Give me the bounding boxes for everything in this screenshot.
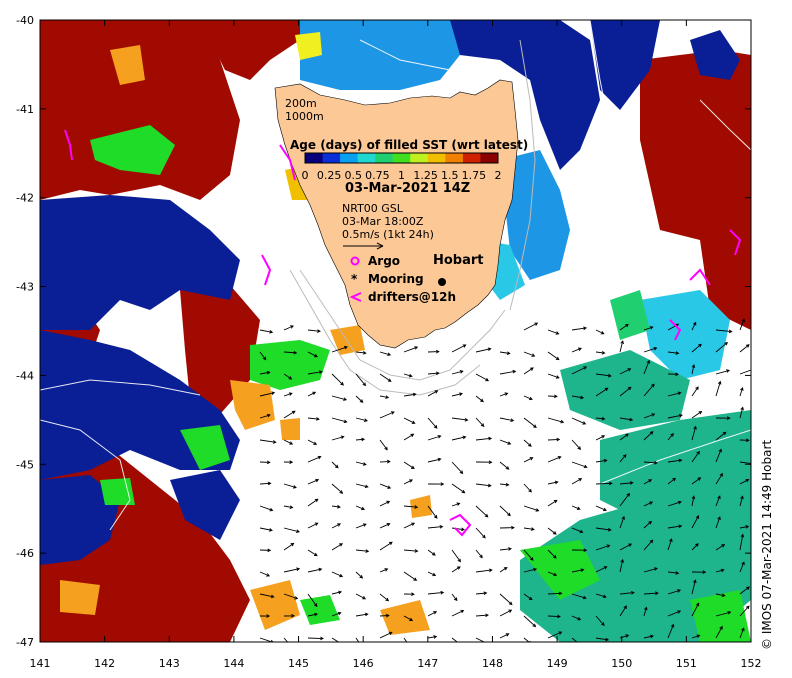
lat-tick-label: -43 — [16, 281, 34, 294]
colorbar-swatch — [480, 153, 499, 163]
colorbar-tick-label: 0.25 — [317, 169, 342, 182]
colorbar-swatch — [340, 153, 359, 163]
mooring-marker-icon: * — [351, 272, 358, 286]
colorbar-swatch — [392, 153, 411, 163]
lon-tick-label: 141 — [30, 657, 51, 670]
lon-tick-label: 143 — [159, 657, 180, 670]
lon-tick-label: 152 — [741, 657, 762, 670]
lon-tick-label: 145 — [288, 657, 309, 670]
lon-tick-label: 151 — [676, 657, 697, 670]
colorbar-title: Age (days) of filled SST (wrt latest) — [290, 138, 528, 152]
map-plot-area — [40, 20, 751, 642]
lat-tick-label: -42 — [16, 192, 34, 205]
colorbar-swatch — [462, 153, 481, 163]
lon-tick-label: 148 — [482, 657, 503, 670]
credit-text: © IMOS 07-Mar-2021 14:49 Hobart — [760, 439, 774, 650]
lat-tick-label: -45 — [16, 458, 34, 471]
colorbar-swatch — [305, 153, 324, 163]
hobart-label: Hobart — [433, 253, 484, 268]
lon-tick-label: 147 — [417, 657, 438, 670]
lat-tick-label: -46 — [16, 547, 34, 560]
lon-tick-label: 150 — [611, 657, 632, 670]
colorbar-swatch — [427, 153, 446, 163]
colorbar-tick-label: 0 — [302, 169, 309, 182]
colorbar-swatch — [410, 153, 429, 163]
age-colorbar — [304, 152, 499, 164]
colorbar-tick-label: 2 — [495, 169, 502, 182]
hobart-marker-icon — [438, 278, 446, 286]
isobath-1000m-label: 1000m — [285, 110, 324, 123]
vector-scale-label: 0.5m/s (1kt 24h) — [342, 228, 434, 241]
current-time-label: 03-Mar 18:00Z — [342, 215, 424, 228]
lat-tick-label: -44 — [16, 369, 34, 382]
colorbar-swatch — [357, 153, 376, 163]
colorbar-swatch — [375, 153, 394, 163]
lon-tick-label: 146 — [353, 657, 374, 670]
isobath-200m-label: 200m — [285, 97, 317, 110]
lon-tick-label: 144 — [223, 657, 244, 670]
current-source-label: NRT00 GSL — [342, 202, 404, 215]
sst-date-label: 03-Mar-2021 14Z — [345, 181, 470, 196]
colorbar-swatch — [445, 153, 464, 163]
argo-label: Argo — [368, 254, 400, 268]
colorbar-swatch — [322, 153, 341, 163]
lat-tick-label: -40 — [16, 14, 34, 27]
sst-age-map: 200m 1000m Age (days) of filled SST (wrt… — [16, 14, 762, 670]
mooring-label: Mooring — [368, 272, 424, 286]
drifters-label: drifters@12h — [368, 290, 456, 304]
lat-tick-label: -47 — [16, 636, 34, 649]
lon-tick-label: 142 — [94, 657, 115, 670]
lon-tick-label: 149 — [547, 657, 568, 670]
lat-tick-label: -41 — [16, 103, 34, 116]
